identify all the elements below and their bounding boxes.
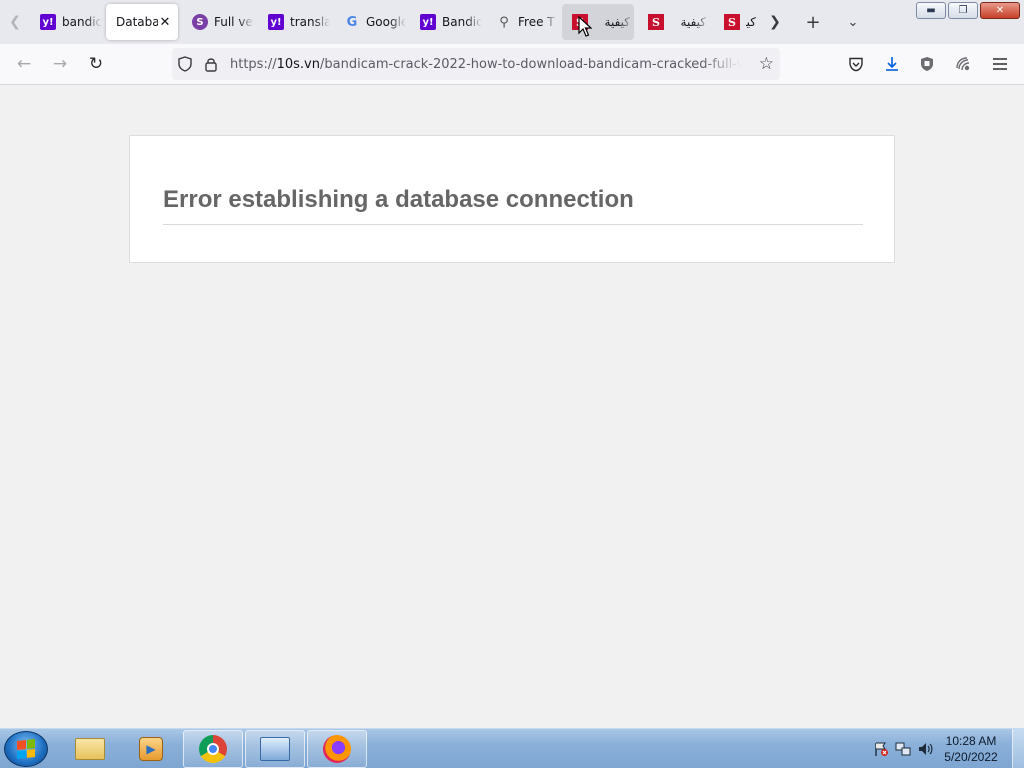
- taskbar-control-panel[interactable]: [245, 730, 305, 768]
- tab-arabic-1[interactable]: S كيفية: [562, 4, 634, 40]
- app-menu-button[interactable]: [982, 48, 1018, 80]
- tab-label: Database Error: [116, 15, 158, 29]
- yahoo-icon: y!: [420, 14, 436, 30]
- search-icon: ⚲: [499, 14, 509, 30]
- reload-button[interactable]: ↻: [78, 48, 114, 80]
- new-tab-button[interactable]: +: [796, 5, 830, 39]
- shield-extension-icon: [921, 57, 933, 71]
- media-player-icon: ▶: [139, 737, 163, 761]
- tab-translate[interactable]: y! translate: [258, 4, 330, 40]
- red-s-icon: S: [648, 14, 664, 30]
- tab-label: translate: [290, 15, 330, 29]
- clock-date: 5/20/2022: [944, 750, 998, 764]
- extension-shield-button[interactable]: [909, 48, 945, 80]
- reload-icon: ↻: [88, 54, 104, 74]
- chevron-left-icon: ❮: [9, 14, 21, 30]
- url-scheme: https://: [230, 56, 277, 72]
- navigation-toolbar: ← → ↻ https://10s.vn/bandicam-crack-2022…: [0, 44, 1024, 85]
- folder-icon: [75, 738, 105, 760]
- url-bar[interactable]: https://10s.vn/bandicam-crack-2022-how-t…: [172, 48, 780, 80]
- tab-strip: ❮ y! bandicam Database Error ✕ S Full ve…: [0, 0, 1024, 44]
- tab-label: Full version: [214, 15, 254, 29]
- chevron-right-icon: ❯: [769, 14, 781, 30]
- clock-time: 10:28 AM: [945, 734, 997, 748]
- back-button[interactable]: ←: [6, 48, 42, 80]
- yahoo-icon: y!: [40, 14, 56, 30]
- tab-label: Google: [366, 15, 406, 29]
- windows-logo-icon: [17, 739, 35, 759]
- tracking-protection-shield-icon[interactable]: [172, 56, 198, 72]
- start-button[interactable]: [4, 731, 48, 767]
- tab-label: كيفية: [746, 15, 756, 29]
- extension-waves-icon: [956, 57, 970, 71]
- tab-label: كيفية: [680, 15, 706, 29]
- google-translate-icon: G: [346, 14, 358, 30]
- lock-icon[interactable]: [198, 57, 224, 72]
- list-all-tabs-button[interactable]: ⌄: [836, 5, 870, 39]
- taskbar-media-player[interactable]: ▶: [121, 730, 181, 768]
- red-s-icon: S: [724, 14, 740, 30]
- tab-scroll-left-button[interactable]: ❮: [0, 0, 30, 44]
- taskbar: ▶ 10:28 AM 5/20/2022: [0, 728, 1024, 768]
- tab-free-t[interactable]: ⚲ Free T: [486, 4, 558, 40]
- minimize-icon: ▬: [926, 5, 936, 16]
- system-clock[interactable]: 10:28 AM 5/20/2022: [936, 733, 1006, 765]
- taskbar-firefox[interactable]: [307, 730, 367, 768]
- tab-label: Free T: [518, 15, 555, 29]
- bookmark-star-icon[interactable]: ☆: [759, 54, 774, 74]
- restore-icon: ❐: [958, 5, 968, 16]
- mouse-cursor-icon: [578, 16, 592, 37]
- action-center-flag-icon[interactable]: [870, 738, 892, 760]
- url-host: 10s.vn: [276, 56, 320, 72]
- chrome-icon: [199, 735, 227, 763]
- error-panel: Error establishing a database connection: [129, 135, 895, 263]
- arrow-left-icon: ←: [16, 54, 32, 74]
- plus-icon: +: [805, 11, 821, 33]
- tab-arabic-3[interactable]: S كيفية: [714, 4, 760, 40]
- tab-label: كيفية: [604, 15, 630, 29]
- window-controls: ▬ ❐ ✕: [916, 2, 1020, 19]
- minimize-button[interactable]: ▬: [916, 2, 946, 19]
- url-text[interactable]: https://10s.vn/bandicam-crack-2022-how-t…: [230, 57, 742, 72]
- close-icon: ✕: [995, 5, 1005, 16]
- downloads-button[interactable]: [874, 48, 910, 80]
- taskbar-explorer[interactable]: [60, 730, 120, 768]
- tab-label: Bandicam: [442, 15, 482, 29]
- firefox-icon: [323, 735, 351, 763]
- close-window-button[interactable]: ✕: [980, 2, 1020, 19]
- taskbar-chrome[interactable]: [183, 730, 243, 768]
- tab-arabic-2[interactable]: S كيفية: [638, 4, 710, 40]
- tab-google[interactable]: G Google: [334, 4, 406, 40]
- extension-button[interactable]: [945, 48, 981, 80]
- chevron-down-icon: ⌄: [847, 14, 859, 30]
- restore-button[interactable]: ❐: [948, 2, 978, 19]
- control-panel-icon: [260, 737, 290, 761]
- tab-full-version[interactable]: S Full version: [182, 4, 254, 40]
- tab-label: bandicam: [62, 15, 102, 29]
- tab-bandicam[interactable]: y! Bandicam: [410, 4, 482, 40]
- tab-scroll-right-button[interactable]: ❯: [760, 5, 790, 39]
- tab-bandicam-yahoo[interactable]: y! bandicam: [30, 4, 102, 40]
- yahoo-icon: y!: [268, 14, 284, 30]
- tab-close-icon[interactable]: ✕: [158, 15, 172, 30]
- pocket-button[interactable]: [838, 48, 874, 80]
- system-tray: 10:28 AM 5/20/2022: [870, 729, 1024, 768]
- pocket-icon: [849, 57, 863, 71]
- forward-button[interactable]: →: [42, 48, 78, 80]
- volume-icon[interactable]: [914, 738, 936, 760]
- network-icon[interactable]: [892, 738, 914, 760]
- page-title: Error establishing a database connection: [163, 186, 863, 225]
- page-content: Error establishing a database connection: [0, 85, 1024, 728]
- show-desktop-button[interactable]: [1012, 729, 1024, 768]
- tab-database-error[interactable]: Database Error ✕: [106, 4, 178, 40]
- arrow-right-icon: →: [52, 54, 68, 74]
- s-circle-icon: S: [192, 14, 208, 30]
- url-path: /bandicam-crack-2022-how-to-download-ban…: [320, 56, 742, 72]
- hamburger-menu-icon: [993, 58, 1007, 70]
- download-icon: [886, 57, 898, 71]
